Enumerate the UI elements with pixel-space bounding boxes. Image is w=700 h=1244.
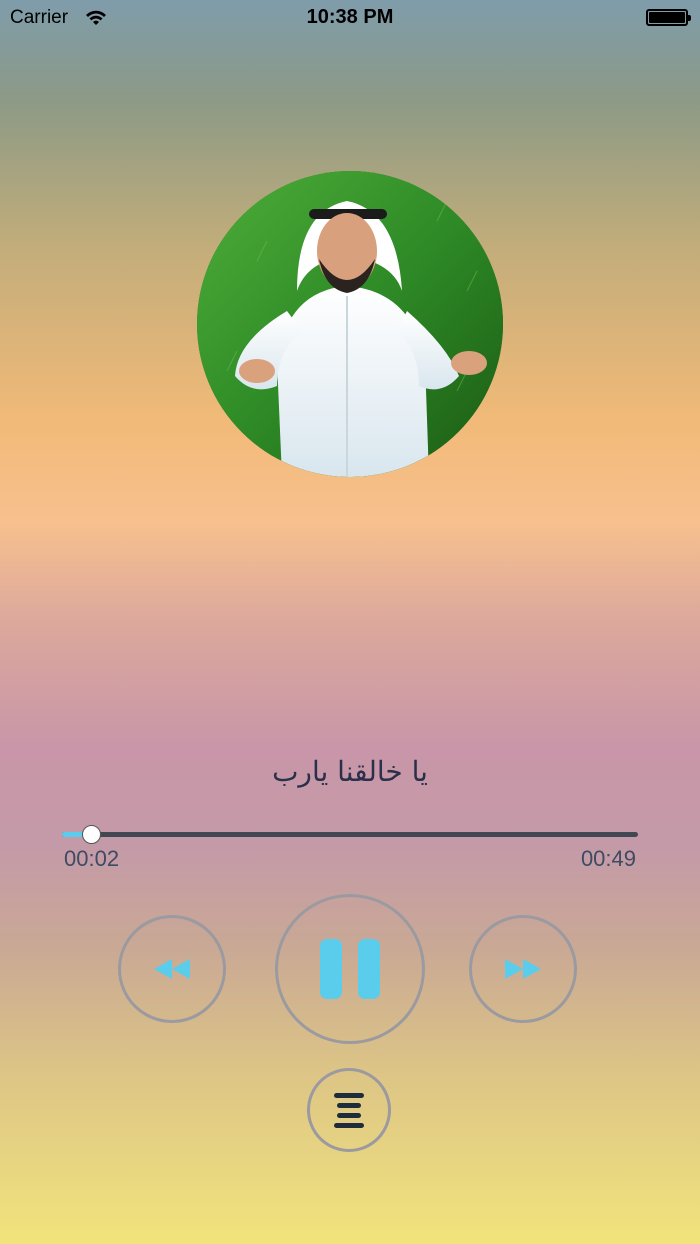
battery-icon xyxy=(646,9,691,26)
status-bar: Carrier 10:38 PM xyxy=(0,0,700,36)
album-artwork xyxy=(197,171,503,477)
track-title: يا خالقنا يارب xyxy=(272,755,428,788)
fast-forward-button[interactable] xyxy=(469,915,577,1023)
artist-photo xyxy=(197,171,503,477)
elapsed-time: 00:02 xyxy=(64,846,120,871)
status-time: 10:38 PM xyxy=(306,6,394,28)
rewind-icon xyxy=(154,959,190,979)
fast-forward-icon xyxy=(505,959,541,979)
playlist-menu-button[interactable] xyxy=(307,1068,391,1152)
progress-thumb[interactable] xyxy=(82,825,101,844)
pause-button[interactable] xyxy=(275,894,425,1044)
progress-track[interactable] xyxy=(62,832,638,837)
pause-icon xyxy=(320,939,380,999)
duration-time: 00:49 xyxy=(580,846,636,871)
menu-icon xyxy=(334,1093,364,1128)
rewind-button[interactable] xyxy=(118,915,226,1023)
